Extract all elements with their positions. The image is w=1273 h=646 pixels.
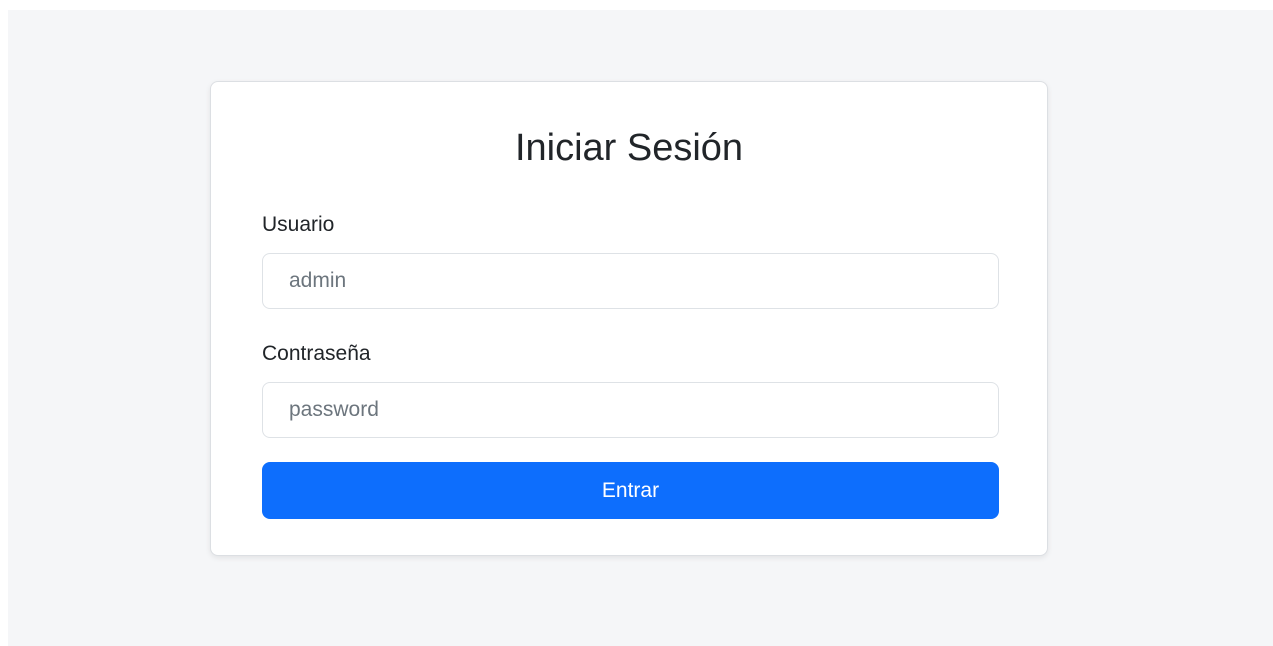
username-label: Usuario xyxy=(262,213,335,236)
page-title: Iniciar Sesión xyxy=(514,127,744,169)
password-input[interactable] xyxy=(262,382,999,438)
password-label: Contraseña xyxy=(262,342,371,365)
login-submit-button[interactable]: Entrar xyxy=(262,462,999,519)
username-input[interactable] xyxy=(262,253,999,309)
login-card: Iniciar Sesión Usuario Contraseña Entrar xyxy=(210,81,1048,556)
